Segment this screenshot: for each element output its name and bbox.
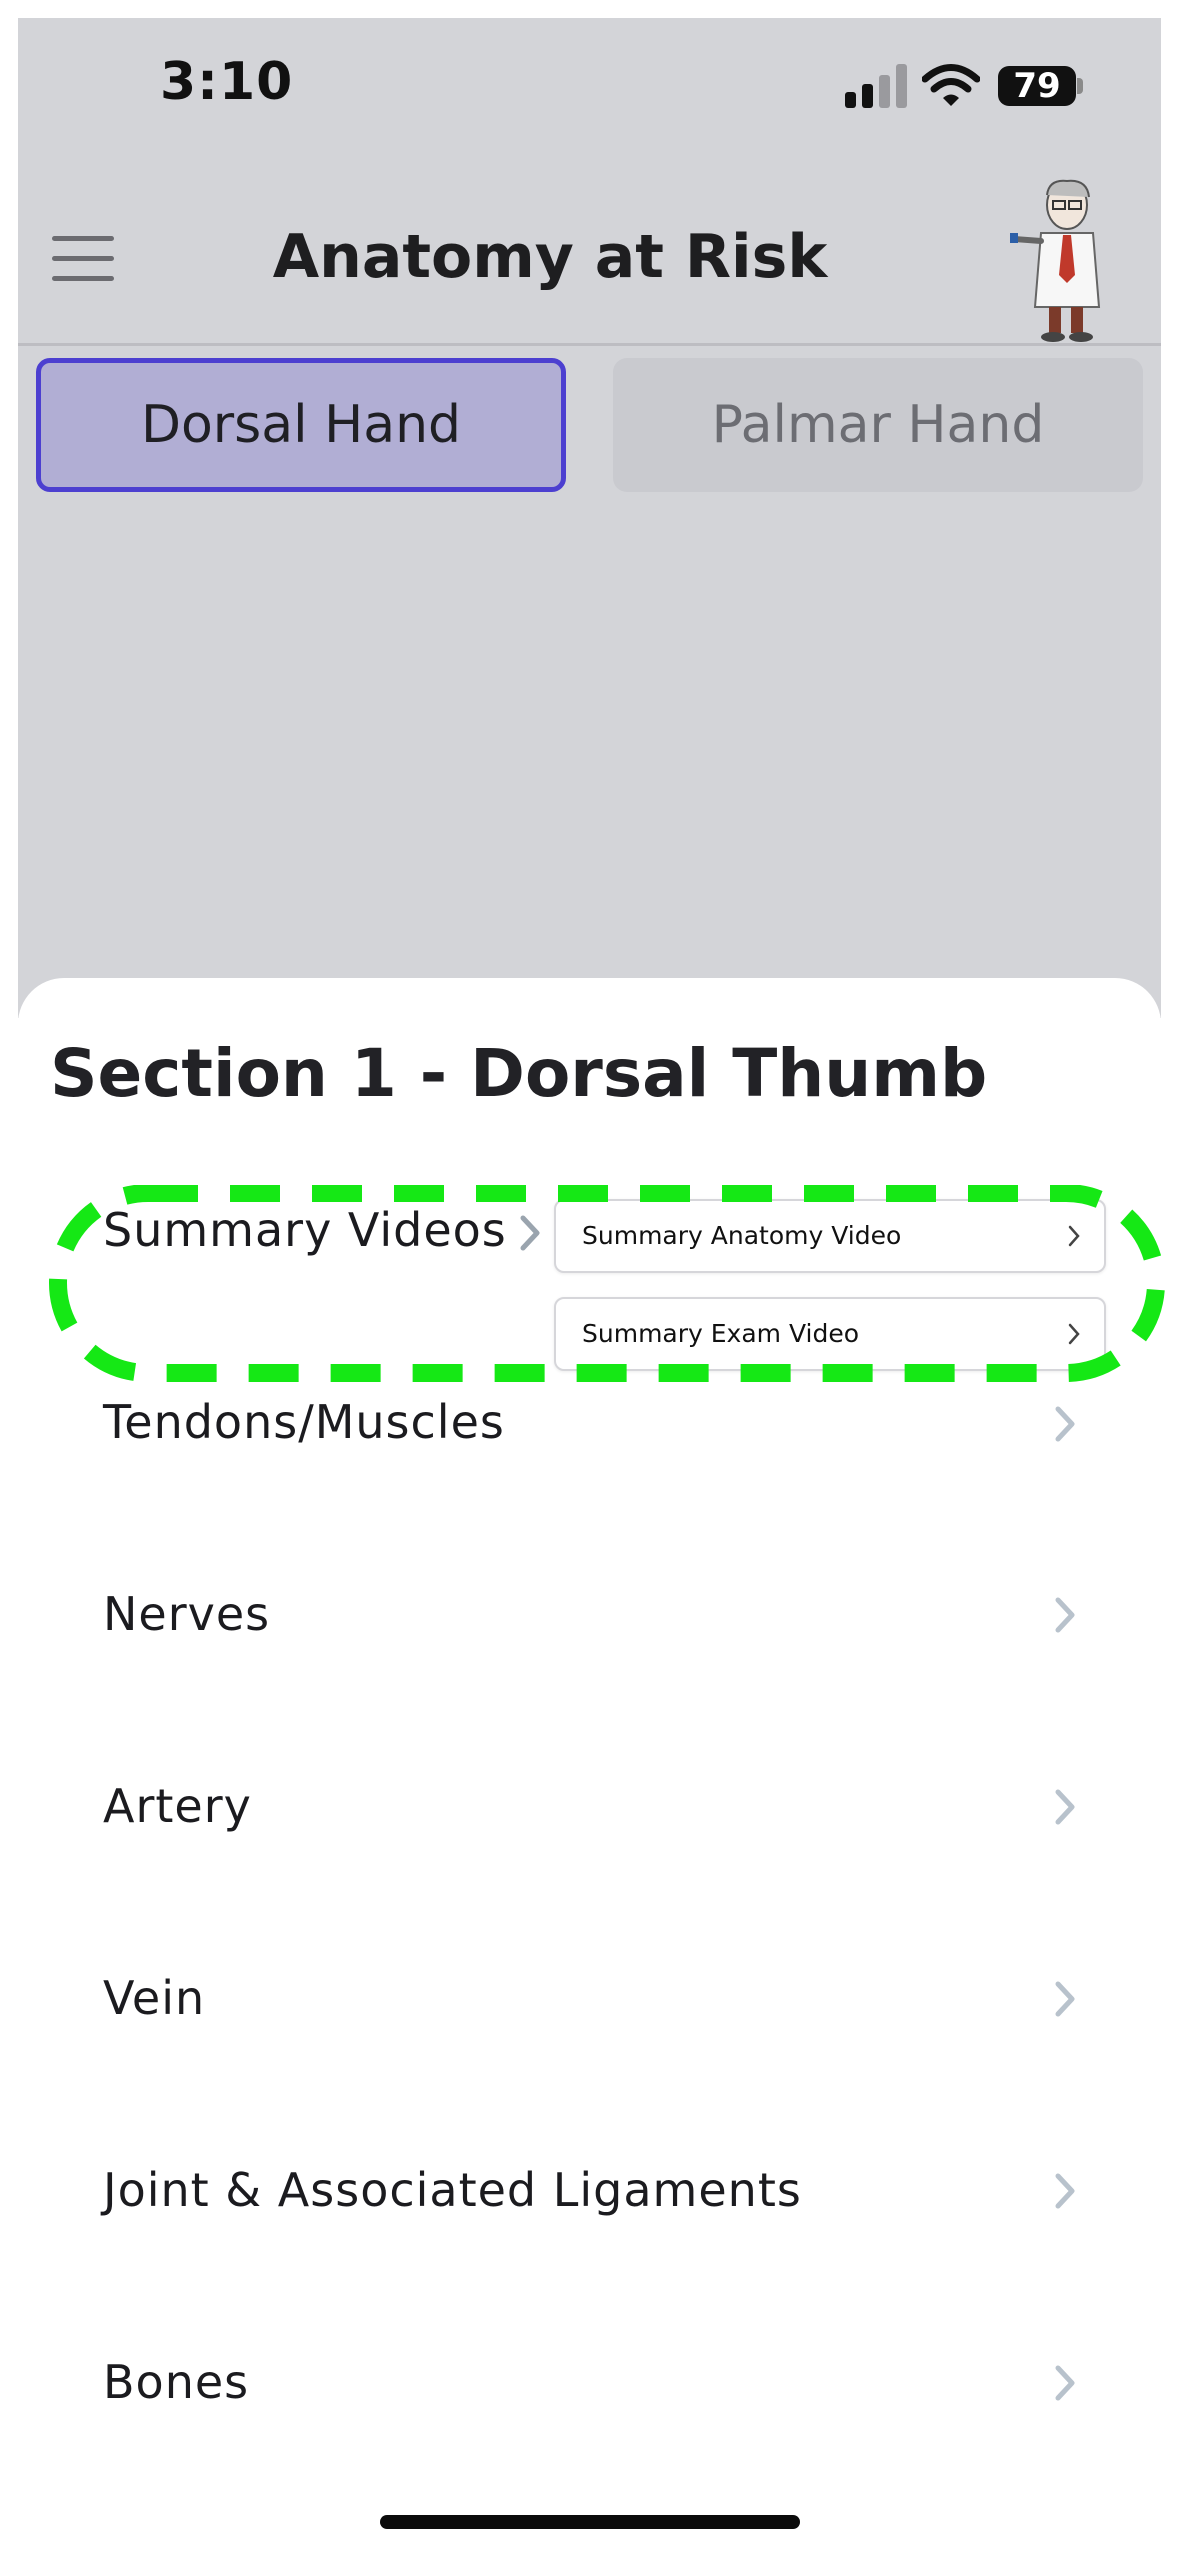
list-item-joint-ligaments[interactable]: Joint & Associated Ligaments: [103, 2163, 802, 2217]
list-item-tendons-muscles[interactable]: Tendons/Muscles: [103, 1395, 505, 1449]
tab-dorsal-hand[interactable]: Dorsal Hand: [36, 358, 566, 492]
home-indicator[interactable]: [380, 2515, 800, 2529]
wifi-icon: [922, 64, 980, 106]
section-title: Section 1 - Dorsal Thumb: [50, 1035, 988, 1112]
hamburger-menu-icon[interactable]: [52, 236, 114, 282]
chevron-right-icon: [1055, 1981, 1075, 2017]
chevron-right-icon: [1055, 1406, 1075, 1442]
chevron-right-icon: [1055, 2173, 1075, 2209]
doctor-mascot-image[interactable]: [1005, 175, 1125, 345]
chevron-right-icon: [1055, 2365, 1075, 2401]
app-title: Anatomy at Risk: [272, 222, 828, 292]
list-item-nerves[interactable]: Nerves: [103, 1587, 270, 1641]
chevron-right-icon: [1055, 1597, 1075, 1633]
screen-top-border: [0, 0, 1179, 18]
list-item-vein[interactable]: Vein: [103, 1971, 205, 2025]
status-time: 3:10: [160, 52, 294, 112]
battery-icon: 79: [998, 66, 1076, 106]
header-divider: [18, 343, 1161, 346]
app-background: [18, 18, 1161, 1018]
cellular-signal-icon: [845, 62, 907, 108]
list-item-bones[interactable]: Bones: [103, 2355, 249, 2409]
highlight-annotation: [49, 1185, 1165, 1382]
list-item-artery[interactable]: Artery: [103, 1779, 252, 1833]
tab-palmar-hand[interactable]: Palmar Hand: [613, 358, 1143, 492]
battery-tip: [1077, 78, 1083, 94]
chevron-right-icon: [1055, 1789, 1075, 1825]
